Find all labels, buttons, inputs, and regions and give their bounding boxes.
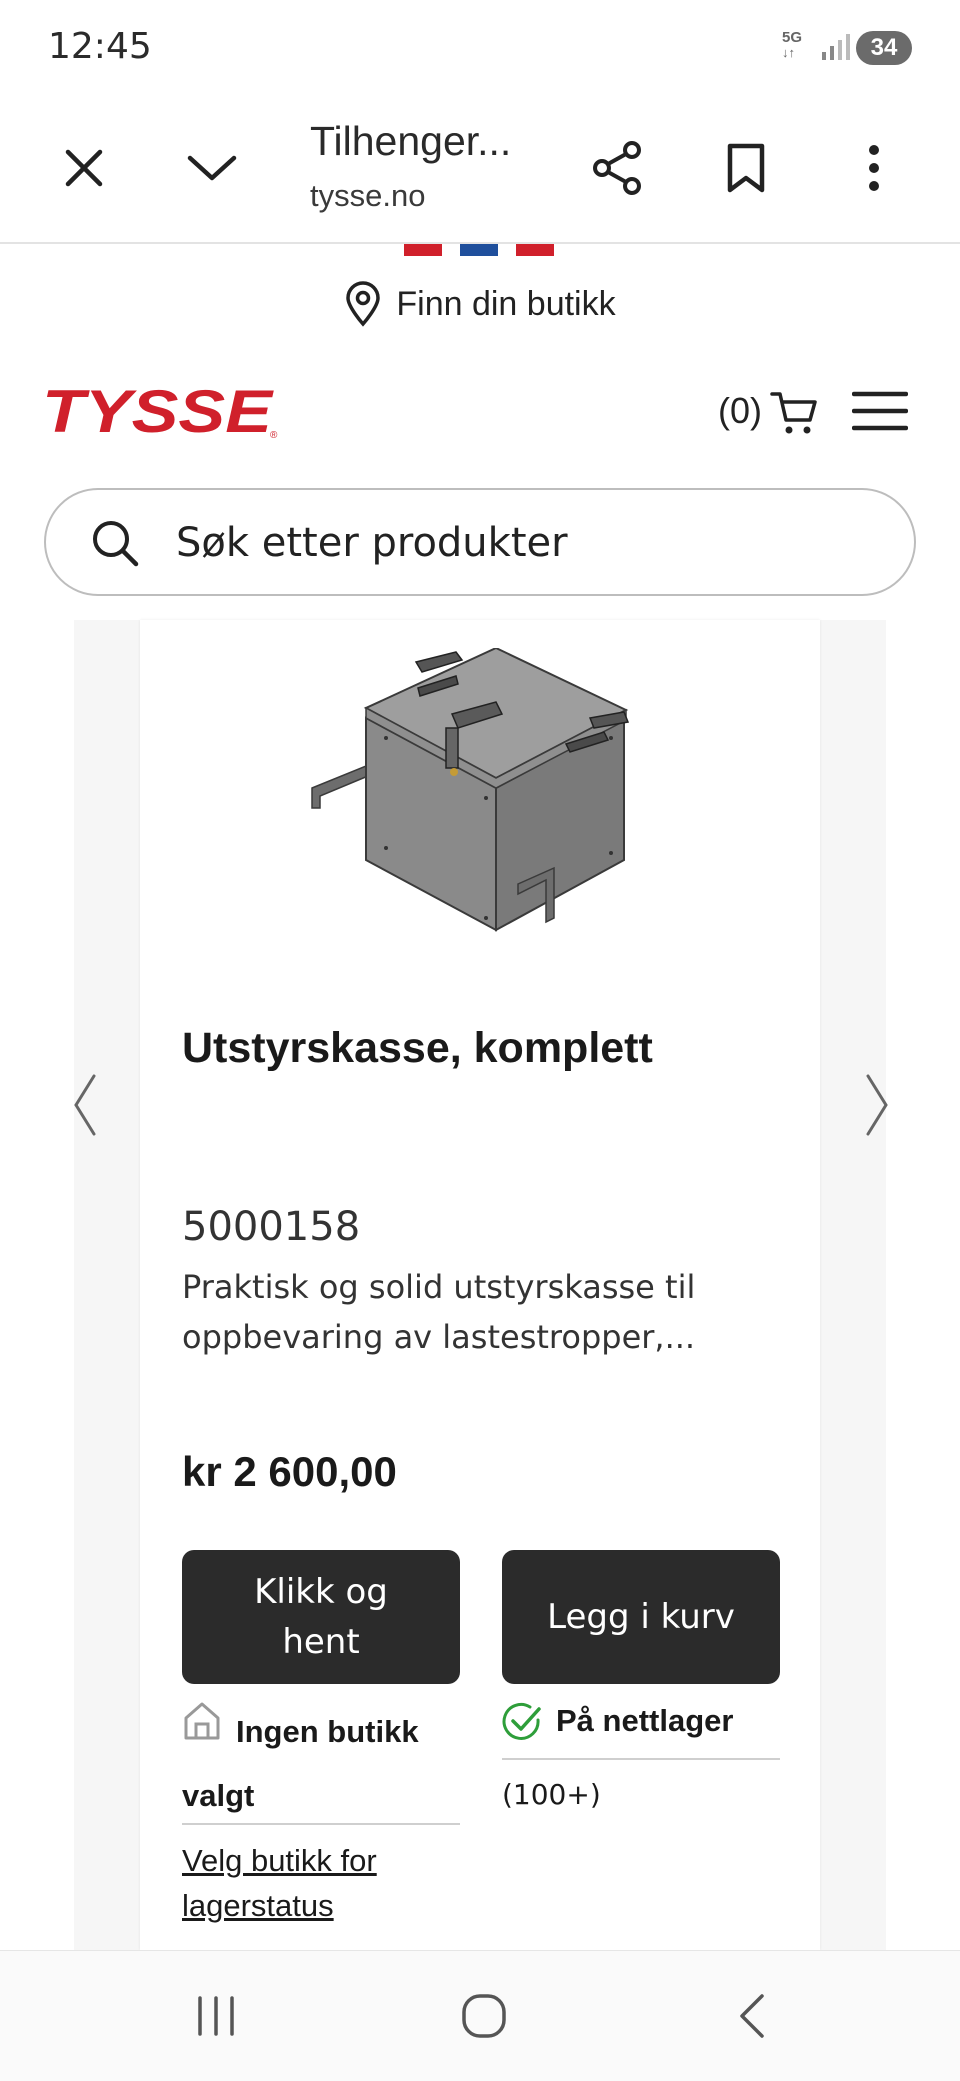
page-title: Tilhenger... — [310, 118, 512, 164]
home-icon — [462, 1994, 506, 2038]
logo-text: TYSSE — [42, 384, 274, 440]
product-price: kr 2 600,00 — [182, 1448, 397, 1495]
tysse-logo[interactable]: TYSSE ® — [42, 384, 282, 440]
click-and-collect-button[interactable]: Klikk og hent — [182, 1550, 460, 1684]
flag-stripe-red — [516, 244, 554, 256]
back-icon — [740, 1994, 764, 2038]
battery-indicator: 34 — [856, 31, 912, 65]
home-button[interactable] — [444, 1981, 524, 2051]
hamburger-menu-icon[interactable] — [852, 390, 908, 432]
page-domain: tysse.no — [310, 178, 426, 213]
carousel-next-card — [820, 620, 886, 1950]
product-sku: 5000158 — [182, 1204, 361, 1250]
status-time: 12:45 — [48, 26, 152, 67]
flag-stripe-blue — [460, 244, 498, 256]
search-bar[interactable] — [44, 488, 916, 596]
browser-toolbar: Tilhenger... tysse.no — [0, 96, 960, 244]
add-to-cart-button[interactable]: Legg i kurv — [502, 1550, 780, 1684]
choose-store-link[interactable]: Velg butikk for lagerstatus — [182, 1838, 462, 1928]
search-icon — [93, 521, 139, 567]
network-label: 5G — [782, 29, 803, 46]
recents-button[interactable] — [176, 1981, 256, 2051]
store-status-text: Ingen butikk valgt — [182, 1714, 419, 1813]
status-bar: 12:45 5G ↓↑ 34 — [0, 0, 960, 96]
product-title[interactable]: Utstyrskasse, komplett — [182, 1024, 653, 1073]
close-tab-button[interactable] — [48, 132, 120, 204]
bookmark-button[interactable] — [710, 132, 782, 204]
network-indicator: 5G ↓↑ — [782, 30, 802, 60]
divider — [502, 1758, 780, 1760]
data-arrows-icon: ↓↑ — [782, 45, 795, 60]
divider — [182, 1823, 460, 1825]
recents-icon — [198, 1996, 234, 2036]
location-pin-icon — [346, 281, 381, 327]
minimize-button[interactable] — [176, 132, 248, 204]
search-input[interactable] — [174, 512, 878, 574]
carousel-next-arrow-icon[interactable] — [856, 1070, 896, 1140]
chevron-down-icon — [187, 155, 237, 181]
stock-count: (100+) — [502, 1778, 601, 1811]
carousel-prev-arrow-icon[interactable] — [66, 1070, 106, 1140]
find-store-label: Finn din butikk — [396, 284, 616, 323]
check-circle-icon — [502, 1702, 541, 1740]
product-description: Praktisk og solid utstyrskasse til oppbe… — [182, 1268, 696, 1356]
web-status-text: På nettlager — [556, 1703, 734, 1738]
signal-icon — [822, 34, 850, 60]
flag-stripe-red — [404, 244, 442, 256]
cart-count[interactable]: (0) — [718, 390, 762, 432]
cart-icon[interactable] — [770, 388, 818, 438]
share-button[interactable] — [582, 132, 654, 204]
close-icon — [65, 149, 103, 187]
product-image[interactable] — [306, 648, 636, 938]
svg-text:®: ® — [270, 430, 278, 440]
more-options-button[interactable] — [838, 132, 910, 204]
system-nav-bar — [0, 1950, 960, 2081]
bookmark-icon — [727, 143, 765, 193]
carousel-prev-card — [74, 620, 140, 1950]
share-icon — [593, 141, 641, 195]
back-button[interactable] — [712, 1981, 792, 2051]
find-store-link[interactable]: Finn din butikk — [0, 278, 960, 330]
more-vertical-icon — [869, 145, 879, 191]
